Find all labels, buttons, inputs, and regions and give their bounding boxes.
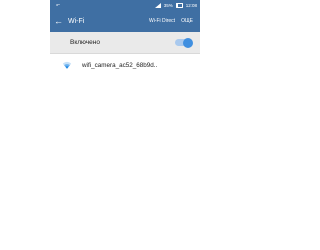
signal-icon	[154, 2, 161, 8]
wifi-icon	[62, 61, 72, 69]
network-list-item[interactable]: wifi_camera_ac52_68b9d..	[50, 54, 200, 76]
wifi-toggle-knob	[183, 37, 193, 48]
battery-icon	[175, 2, 183, 8]
wifi-toggle-row[interactable]: Включено	[50, 32, 200, 54]
network-name: wifi_camera_ac52_68b9d..	[82, 61, 158, 69]
app-bar: ← Wi-Fi Wi-Fi Direct ОЩЕ	[50, 10, 200, 32]
back-arrow-icon[interactable]: ←	[54, 10, 66, 32]
battery-percent: 35%	[163, 2, 173, 8]
usb-icon: ⟜	[56, 2, 61, 8]
status-bar: ⟜ 35% 12:08	[50, 0, 200, 10]
page-title: Wi-Fi	[68, 17, 85, 25]
more-button[interactable]: ОЩЕ	[178, 18, 196, 24]
wifi-toggle-label: Включено	[70, 39, 100, 46]
phone-screen: ⟜ 35% 12:08 ← Wi-Fi Wi-Fi Direct ОЩЕ Вкл…	[50, 0, 200, 250]
wifi-direct-button[interactable]: Wi-Fi Direct	[146, 18, 178, 24]
wifi-toggle-switch[interactable]	[175, 37, 193, 48]
status-time: 12:08	[185, 2, 197, 8]
